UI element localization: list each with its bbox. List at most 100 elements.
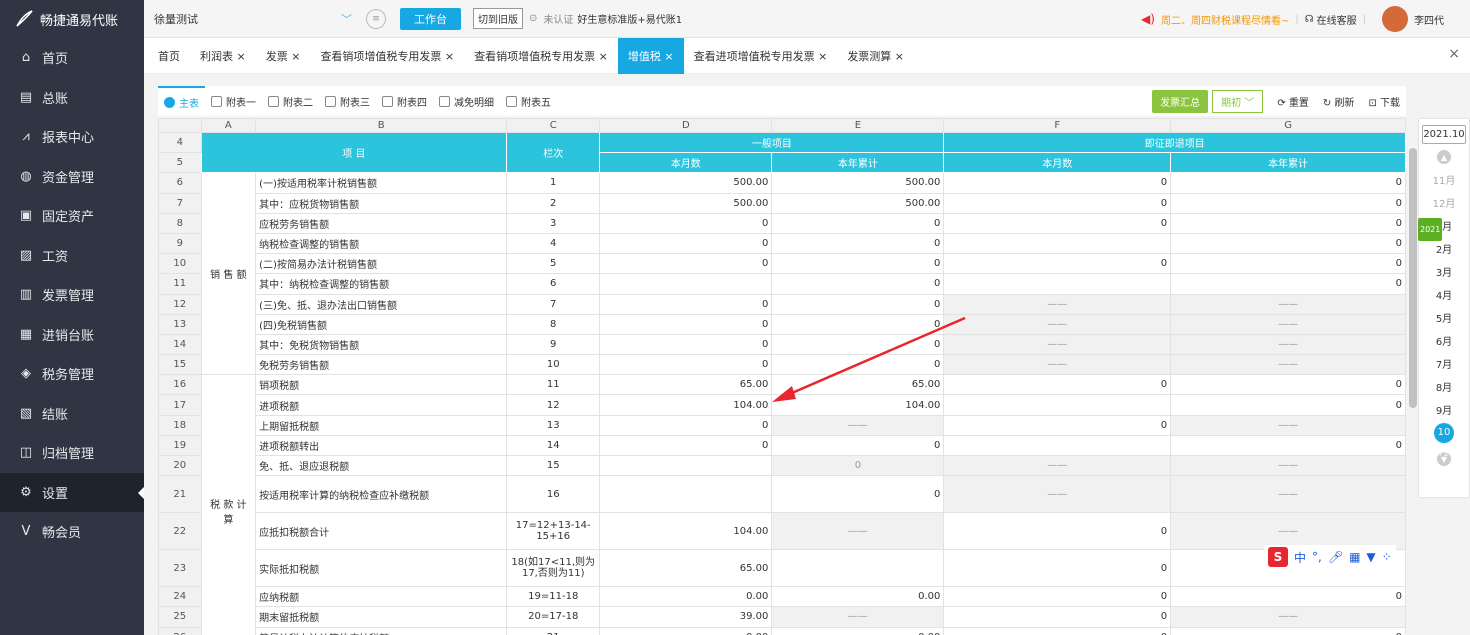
value-cell[interactable]: —— — [943, 333, 1172, 356]
online-service-link[interactable]: 在线客服 — [1317, 12, 1357, 27]
value-cell[interactable]: —— — [943, 293, 1172, 315]
value-cell[interactable]: 104.00 — [599, 394, 773, 416]
period-select[interactable]: 期初 ﹀ — [1212, 90, 1264, 113]
value-cell[interactable]: —— — [1170, 354, 1406, 376]
value-cell[interactable]: 0 — [599, 293, 773, 315]
page-tab[interactable]: 首页 — [148, 38, 190, 74]
value-cell[interactable] — [943, 434, 1172, 457]
value-cell[interactable]: 39.00 — [599, 606, 773, 628]
value-cell[interactable] — [943, 232, 1172, 255]
value-cell[interactable]: 500.00 — [771, 172, 945, 194]
value-cell[interactable]: 0 — [771, 273, 945, 295]
skin-icon[interactable]: ▼ — [1366, 550, 1375, 564]
month-item[interactable]: 7月 — [1419, 354, 1469, 377]
keyboard-icon[interactable]: ▦ — [1349, 550, 1360, 564]
microphone-icon[interactable]: 🎤︎ — [1328, 550, 1343, 564]
value-cell[interactable]: —— — [771, 606, 945, 628]
ime-mode[interactable]: 中 — [1294, 549, 1306, 566]
page-tab[interactable]: 查看销项增值税专用发票 × — [310, 38, 464, 74]
report-subtab[interactable]: 主表 — [158, 86, 205, 116]
month-item[interactable]: 8月 — [1419, 377, 1469, 400]
value-cell[interactable]: 0 — [771, 475, 945, 514]
value-cell[interactable]: 0 — [599, 333, 773, 356]
page-tab[interactable]: 利润表 × — [190, 38, 256, 74]
month-item[interactable]: 11月 — [1419, 170, 1469, 193]
sidebar-item[interactable]: ◫ 归档管理 — [0, 433, 144, 473]
month-item[interactable]: 2月 — [1419, 239, 1469, 262]
report-subtab[interactable]: 减免明细 — [433, 86, 500, 116]
value-cell[interactable] — [771, 549, 945, 588]
value-cell[interactable]: —— — [943, 475, 1172, 514]
month-item[interactable]: 9月 — [1419, 400, 1469, 423]
page-tab[interactable]: 发票 × — [256, 38, 311, 74]
page-tab[interactable]: 增值税 × — [617, 37, 684, 74]
value-cell[interactable]: 0 — [1170, 374, 1406, 396]
value-cell[interactable]: 0 — [1170, 434, 1406, 457]
value-cell[interactable]: 0 — [771, 293, 945, 315]
value-cell[interactable]: 0 — [771, 454, 945, 477]
value-cell[interactable] — [943, 273, 1172, 295]
report-subtab[interactable]: 附表三 — [319, 86, 376, 116]
month-item[interactable]: 6月 — [1419, 331, 1469, 354]
month-item[interactable]: 5月 — [1419, 308, 1469, 331]
month-item[interactable]: 10月 — [1419, 423, 1469, 458]
report-subtab[interactable]: 附表二 — [262, 86, 319, 116]
value-cell[interactable]: 0 — [1170, 626, 1406, 635]
close-icon[interactable]: × — [1448, 46, 1460, 62]
old-version-button[interactable]: 切到旧版 — [473, 8, 523, 29]
value-cell[interactable]: 65.00 — [771, 374, 945, 396]
value-cell[interactable]: —— — [1170, 454, 1406, 477]
menu-icon[interactable]: ≡ — [366, 8, 386, 29]
value-cell[interactable]: 0 — [943, 606, 1172, 628]
report-subtab[interactable]: 附表一 — [205, 86, 262, 116]
sidebar-item[interactable]: ▣ 固定资产 — [0, 196, 144, 236]
value-cell[interactable]: —— — [1170, 313, 1406, 335]
month-item[interactable]: 4月 — [1419, 285, 1469, 308]
value-cell[interactable]: —— — [943, 454, 1172, 477]
value-cell[interactable]: —— — [1170, 293, 1406, 315]
value-cell[interactable]: 0 — [771, 354, 945, 376]
page-tab[interactable]: 发票测算 × — [837, 38, 914, 74]
value-cell[interactable]: 0 — [599, 253, 773, 275]
value-cell[interactable]: 0 — [771, 253, 945, 275]
notice-link[interactable]: 周二、周四财税课程尽情看~ — [1161, 12, 1289, 27]
value-cell[interactable] — [943, 394, 1172, 416]
month-item[interactable]: 2021 1月 — [1418, 216, 1469, 241]
value-cell[interactable]: 0 — [943, 586, 1172, 608]
sidebar-item[interactable]: ◈ 税务管理 — [0, 354, 144, 394]
value-cell[interactable]: 0.00 — [599, 626, 773, 635]
sidebar-item[interactable]: V 畅会员 — [0, 512, 144, 552]
page-tab[interactable]: 查看进项增值税专用发票 × — [684, 38, 838, 74]
value-cell[interactable]: 65.00 — [599, 374, 773, 396]
value-cell[interactable]: 0 — [1170, 192, 1406, 214]
value-cell[interactable]: 0 — [943, 414, 1172, 436]
value-cell[interactable] — [599, 475, 773, 514]
value-cell[interactable]: 0 — [771, 212, 945, 234]
avatar[interactable] — [1382, 6, 1408, 32]
month-item[interactable]: 12月 — [1419, 193, 1469, 216]
value-cell[interactable]: —— — [943, 354, 1172, 376]
sidebar-item[interactable]: ▧ 结账 — [0, 394, 144, 434]
current-period[interactable]: 2021.10 — [1422, 125, 1466, 144]
value-cell[interactable]: 0 — [943, 549, 1172, 588]
reset-button[interactable]: ⟳ 重置 — [1277, 94, 1309, 109]
sidebar-item[interactable]: ⚙ 设置 — [0, 472, 144, 512]
value-cell[interactable]: 0 — [599, 354, 773, 376]
scroll-thumb[interactable] — [1409, 148, 1417, 408]
sidebar-item[interactable]: ◍ 资金管理 — [0, 157, 144, 197]
value-cell[interactable]: 0 — [943, 172, 1172, 194]
value-cell[interactable]: —— — [943, 313, 1172, 335]
value-cell[interactable]: 500.00 — [771, 192, 945, 214]
value-cell[interactable]: —— — [1170, 333, 1406, 356]
value-cell[interactable]: 0 — [943, 512, 1172, 551]
company-select[interactable]: 徐量测试 ﹀ — [148, 6, 358, 32]
value-cell[interactable]: 104.00 — [771, 394, 945, 416]
app-logo[interactable]: 畅捷通易代账 — [0, 0, 144, 38]
value-cell[interactable]: 0 — [1170, 212, 1406, 234]
value-cell[interactable]: 0 — [599, 414, 773, 436]
sidebar-item[interactable]: ▥ 发票管理 — [0, 275, 144, 315]
value-cell[interactable]: 104.00 — [599, 512, 773, 551]
value-cell[interactable]: 0 — [599, 232, 773, 255]
value-cell[interactable]: 65.00 — [599, 549, 773, 588]
value-cell[interactable]: 0 — [943, 253, 1172, 275]
